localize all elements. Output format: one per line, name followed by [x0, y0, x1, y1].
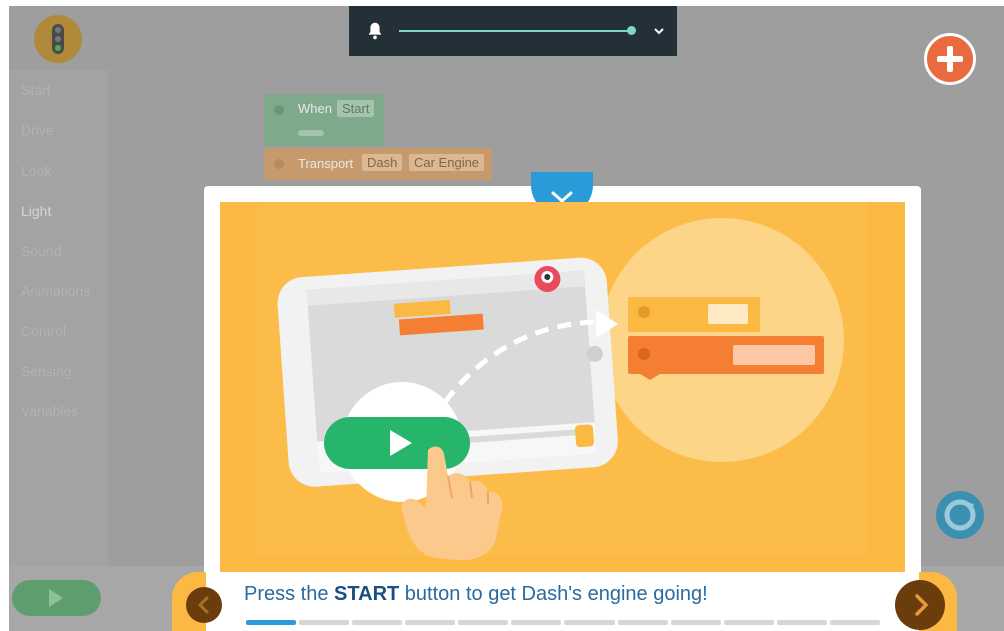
progress-step [723, 620, 774, 625]
sidebar-item-drive[interactable]: Drive [21, 122, 54, 138]
next-step-button[interactable] [895, 580, 945, 630]
progress-step [405, 620, 456, 625]
caption-prefix: Press the [244, 583, 335, 605]
tutorial-progress-bar [246, 620, 880, 625]
sidebar-item-variables[interactable]: Variables [21, 403, 78, 419]
progress-step [617, 620, 668, 625]
when-start-block[interactable]: When Start [264, 94, 384, 146]
when-block-label: When [298, 101, 332, 116]
transport-robot-dropdown[interactable]: Dash [362, 154, 403, 171]
progress-step [511, 620, 562, 625]
sidebar-item-control[interactable]: Control [21, 323, 66, 339]
when-block-slot [298, 130, 324, 136]
traffic-light-dot [55, 36, 61, 42]
sidebar-item-light[interactable]: Light [21, 203, 51, 219]
tutorial-illustration [220, 202, 905, 572]
caption-suffix: button to get Dash's engine going! [399, 583, 708, 605]
when-block-value[interactable]: Start [337, 100, 375, 117]
progress-step [776, 620, 827, 625]
plus-icon-vertical [947, 46, 953, 72]
caption-start-keyword: START [334, 583, 400, 605]
transport-block-label: Transport [298, 156, 354, 171]
volume-slider-thumb[interactable] [627, 26, 636, 35]
tutorial-caption: Press the START button to get Dash's eng… [244, 583, 708, 606]
bell-icon[interactable] [364, 20, 386, 42]
add-button[interactable] [924, 33, 976, 85]
sidebar-item-look[interactable]: Look [21, 163, 51, 179]
chevron-left-icon [197, 596, 209, 614]
refresh-icon [944, 499, 976, 531]
sidebar-item-animations[interactable]: Animations [21, 283, 90, 299]
sidebar-item-sound[interactable]: Sound [21, 243, 61, 259]
tablet-start-illustration [257, 202, 867, 561]
sidebar-item-sensing[interactable]: Sensing [21, 363, 72, 379]
chevron-down-icon[interactable] [650, 22, 668, 40]
run-program-button[interactable] [12, 580, 101, 616]
progress-step [670, 620, 721, 625]
block-connector [274, 159, 284, 169]
sidebar-item-start[interactable]: Start [21, 82, 51, 98]
progress-step [352, 620, 403, 625]
block-connector [274, 105, 284, 115]
previous-step-button[interactable] [186, 587, 222, 623]
chevron-right-icon [915, 594, 929, 616]
progress-step [829, 620, 880, 625]
progress-step [246, 620, 297, 625]
block-category-sidebar: Start Drive Look Light Sound Animations … [9, 6, 108, 566]
progress-step [458, 620, 509, 625]
traffic-light-icon[interactable] [34, 15, 82, 63]
volume-slider-track[interactable] [399, 30, 630, 32]
traffic-light-dot [55, 27, 61, 33]
sidebar-header [9, 6, 108, 70]
traffic-light-dot-green [55, 45, 61, 51]
transport-sound-dropdown[interactable]: Car Engine [409, 154, 485, 171]
screen-border-left [0, 0, 9, 631]
progress-step [564, 620, 615, 625]
progress-step [299, 620, 350, 625]
transport-block[interactable]: Transport Dash Car Engine [264, 148, 492, 180]
play-icon [49, 589, 63, 607]
reset-button[interactable] [936, 491, 984, 539]
volume-control-bar [349, 6, 677, 56]
